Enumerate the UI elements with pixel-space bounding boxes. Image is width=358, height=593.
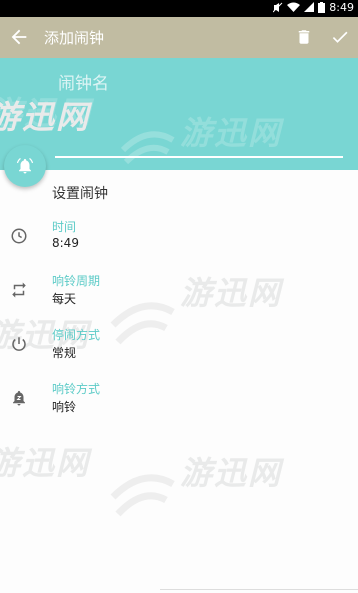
setting-label: 响铃方式 bbox=[52, 382, 101, 396]
setting-value: 每天 bbox=[52, 292, 77, 306]
alarm-name-underline bbox=[55, 156, 343, 158]
battery-icon bbox=[318, 2, 326, 13]
wifi-icon bbox=[287, 2, 301, 12]
power-icon bbox=[12, 337, 26, 351]
app-bar: 添加闹钟 bbox=[0, 17, 358, 58]
delete-icon[interactable] bbox=[295, 28, 313, 46]
page-title: 添加闹钟 bbox=[44, 29, 105, 47]
setting-value: 响铃 bbox=[52, 400, 77, 414]
setting-value: 常规 bbox=[52, 346, 77, 360]
signal-icon bbox=[304, 2, 315, 12]
divider bbox=[160, 589, 358, 590]
back-arrow-icon[interactable] bbox=[8, 26, 30, 48]
setting-row-repeat[interactable]: 响铃周期 每天 bbox=[0, 272, 358, 322]
setting-label: 停闹方式 bbox=[52, 328, 101, 342]
setting-label: 响铃周期 bbox=[52, 274, 101, 288]
clock-icon bbox=[11, 228, 27, 244]
watermark-logo bbox=[110, 474, 175, 517]
setting-row-time[interactable]: 时间 8:49 bbox=[0, 218, 358, 268]
alarm-bell-icon bbox=[16, 158, 34, 174]
mute-icon bbox=[273, 2, 283, 13]
setting-row-stop-mode[interactable]: 停闹方式 常规 bbox=[0, 326, 358, 376]
alarm-fab-button[interactable] bbox=[4, 145, 46, 187]
setting-label: 时间 bbox=[52, 220, 77, 234]
setting-value: 8:49 bbox=[52, 236, 79, 250]
setting-row-ring-mode[interactable]: 响铃方式 响铃 bbox=[0, 380, 358, 430]
alarm-name-header: 游迅网 游迅网 bbox=[0, 58, 358, 170]
repeat-icon bbox=[12, 282, 26, 298]
watermark-text: 游迅网 bbox=[0, 444, 91, 482]
watermark-logo bbox=[120, 131, 175, 165]
status-bar: 8:49 bbox=[0, 0, 358, 17]
watermark-text: 游迅网 bbox=[180, 454, 283, 492]
section-title: 设置闹钟 bbox=[52, 186, 108, 202]
bell-vibrate-icon bbox=[13, 390, 25, 406]
watermark-text: 游迅网 bbox=[180, 114, 283, 152]
confirm-check-icon[interactable] bbox=[330, 27, 350, 47]
alarm-name-input[interactable] bbox=[56, 68, 346, 100]
status-time: 8:49 bbox=[329, 1, 354, 14]
